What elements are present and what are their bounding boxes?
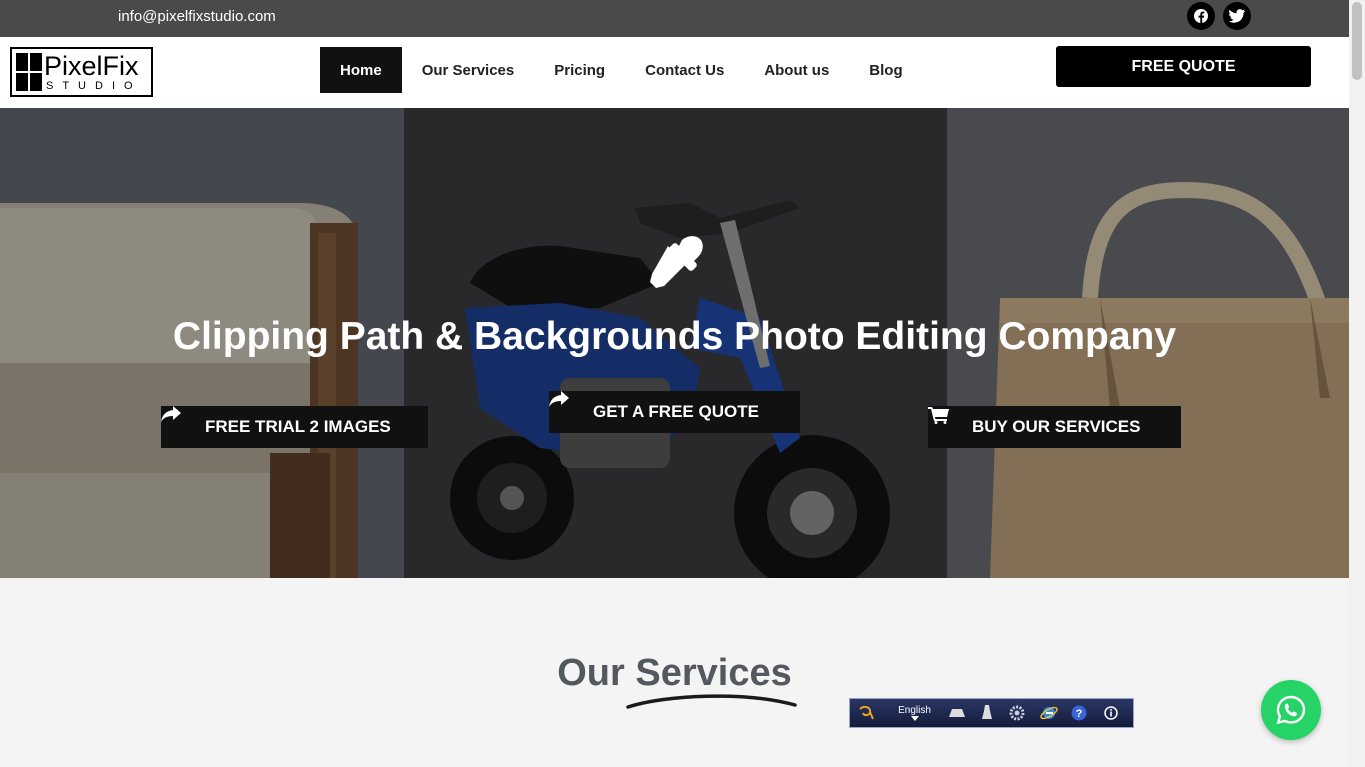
hero-title: Clipping Path & Backgrounds Photo Editin… [172, 315, 1177, 358]
contact-email-link[interactable]: info@pixelfixstudio.com [118, 8, 276, 25]
help-icon[interactable]: ? [1069, 699, 1088, 727]
logo-grid-mark [16, 53, 42, 91]
logo-wordmark: PixelFix [44, 51, 139, 81]
hero-banner: Clipping Path & Backgrounds Photo Editin… [0, 108, 1349, 578]
heading-underline-swoosh [626, 694, 797, 709]
language-toolbar: English ? [849, 698, 1134, 728]
top-bar: info@pixelfixstudio.com [0, 0, 1349, 37]
info-icon[interactable] [1089, 699, 1133, 727]
ime-script-icon[interactable] [850, 699, 883, 727]
nav-item-home[interactable]: Home [320, 47, 402, 93]
get-free-quote-button[interactable]: GET A FREE QUOTE [549, 391, 800, 433]
twitter-icon[interactable] [1223, 2, 1251, 30]
nav-item-pricing[interactable]: Pricing [534, 47, 625, 93]
main-nav: Home Our Services Pricing Contact Us Abo… [320, 47, 923, 93]
buy-services-button-label: BUY OUR SERVICES [972, 417, 1141, 436]
site-logo[interactable]: PixelFix STUDIO [10, 47, 153, 97]
whatsapp-icon [1276, 695, 1306, 725]
logo-subtitle: STUDIO [46, 80, 142, 92]
page-scrollbar[interactable] [1349, 0, 1365, 767]
nav-item-about-us[interactable]: About us [744, 47, 849, 93]
keyboard-icon[interactable] [946, 699, 967, 727]
free-trial-button-label: FREE TRIAL 2 IMAGES [205, 417, 391, 436]
buy-services-button[interactable]: BUY OUR SERVICES [928, 406, 1181, 448]
gear-icon[interactable] [1006, 699, 1029, 727]
internet-explorer-icon[interactable] [1029, 699, 1069, 727]
free-quote-button[interactable]: FREE QUOTE [1056, 46, 1311, 87]
svg-text:?: ? [1076, 708, 1083, 720]
nav-item-our-services[interactable]: Our Services [402, 47, 535, 93]
facebook-icon[interactable] [1187, 2, 1215, 30]
free-trial-button[interactable]: FREE TRIAL 2 IMAGES [161, 406, 428, 448]
nav-item-contact-us[interactable]: Contact Us [625, 47, 744, 93]
language-selector[interactable]: English [883, 699, 947, 727]
whatsapp-chat-button[interactable] [1261, 680, 1321, 740]
chevron-down-icon [910, 716, 919, 721]
services-heading-part1: Our [557, 652, 636, 694]
scrollbar-thumb[interactable] [1352, 2, 1362, 80]
language-selector-label: English [898, 705, 931, 716]
chess-piece-icon[interactable] [967, 699, 1006, 727]
nav-item-blog[interactable]: Blog [849, 47, 922, 93]
page: info@pixelfixstudio.com PixelFix STUDIO [0, 0, 1365, 767]
get-free-quote-button-label: GET A FREE QUOTE [593, 402, 759, 421]
site-header: PixelFix STUDIO Home Our Services Pricin… [0, 37, 1349, 108]
